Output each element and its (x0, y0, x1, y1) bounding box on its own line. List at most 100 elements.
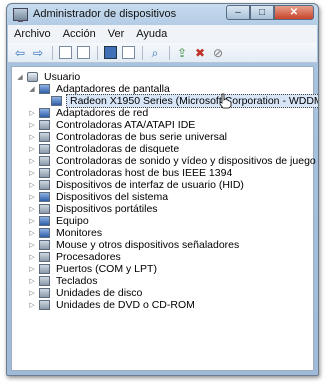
tree-category[interactable]: ▷ Equipo (28, 215, 91, 227)
ide-controller-icon (39, 120, 50, 130)
tree-category[interactable]: ▷ Mouse y otros dispositivos señaladores (28, 239, 241, 251)
expand-arrow-icon[interactable]: ▷ (28, 253, 36, 261)
expand-arrow-icon[interactable]: ▷ (28, 193, 36, 201)
category-label: Controladoras de bus serie universal (56, 131, 228, 143)
toolbar-separator (169, 45, 170, 60)
expand-arrow-icon[interactable]: ▷ (28, 169, 36, 177)
tree-category[interactable]: ▷ Controladoras de disquete (28, 143, 181, 155)
tree-device-selected[interactable]: Radeon X1950 Series (Microsoft Corporati… (51, 94, 318, 108)
category-label: Controladoras de disquete (56, 143, 180, 155)
category-label: Dispositivos del sistema (56, 191, 169, 203)
expand-arrow-icon[interactable]: ▷ (28, 133, 36, 141)
tree-category[interactable]: ▷ Puertos (COM y LPT) (28, 263, 159, 275)
category-label: Equipo (56, 215, 89, 227)
category-label: Controladoras ATA/ATAPI IDE (56, 119, 196, 131)
expand-arrow-icon[interactable]: ▷ (28, 301, 36, 309)
expand-arrow-icon[interactable]: ▷ (28, 121, 36, 129)
tree-category[interactable]: ▷ Controladoras de bus serie universal (28, 131, 229, 143)
display-adapter-icon (51, 96, 62, 106)
uninstall-icon[interactable]: ✖ (192, 45, 208, 61)
maximize-button[interactable]: □ (250, 5, 274, 20)
expand-arrow-icon[interactable]: ▷ (28, 265, 36, 273)
category-label: Unidades de disco (56, 287, 143, 299)
ieee1394-controller-icon (39, 168, 50, 178)
disable-icon[interactable]: ⊘ (210, 45, 226, 61)
portable-device-icon (39, 204, 50, 214)
computer-icon (39, 216, 50, 226)
category-label: Dispositivos portátiles (56, 203, 158, 215)
expand-arrow-icon[interactable]: ▷ (28, 241, 36, 249)
console-tree-icon[interactable] (75, 45, 91, 61)
tree-root[interactable]: ◢ Usuario (16, 71, 82, 83)
device-manager-icon (13, 7, 28, 22)
title-bar[interactable]: Administrador de dispositivos – □ ✕ (7, 4, 318, 24)
system-device-icon (39, 192, 50, 202)
menu-archivo[interactable]: Archivo (8, 28, 57, 40)
tree-category[interactable]: ▷ Unidades de DVD o CD-ROM (28, 299, 197, 311)
collapse-arrow-icon[interactable]: ◢ (28, 85, 36, 93)
expand-arrow-icon[interactable]: ▷ (28, 277, 36, 285)
tree-category[interactable]: ▷ Adaptadores de red (28, 107, 150, 119)
tree-category[interactable]: ▷ Dispositivos de interfaz de usuario (H… (28, 179, 246, 191)
expand-arrow-icon[interactable]: ▷ (28, 205, 36, 213)
usb-controller-icon (39, 132, 50, 142)
network-adapter-icon (39, 108, 50, 118)
update-driver-icon[interactable]: ⇪ (174, 45, 190, 61)
tree-category[interactable]: ▷ Controladoras ATA/ATAPI IDE (28, 119, 197, 131)
category-label: Procesadores (56, 251, 121, 263)
forward-arrow-icon[interactable]: ⇨ (30, 45, 46, 61)
toolbar-separator (52, 45, 53, 60)
expand-arrow-icon[interactable]: ▷ (28, 145, 36, 153)
window-title: Administrador de dispositivos (33, 8, 177, 20)
expand-arrow-icon[interactable]: ▷ (28, 157, 36, 165)
tree-category[interactable]: ▷ Controladoras de sonido y vídeo y disp… (28, 155, 318, 167)
category-label: Controladoras host de bus IEEE 1394 (56, 167, 233, 179)
category-label: Teclados (56, 275, 98, 287)
collapse-arrow-icon[interactable]: ◢ (16, 73, 24, 81)
menu-bar: Archivo Acción Ver Ayuda (8, 25, 317, 44)
toolbar-separator (142, 45, 143, 60)
tree-category[interactable]: ▷ Unidades de disco (28, 287, 144, 299)
back-arrow-icon[interactable]: ⇦ (12, 45, 28, 61)
category-label: Controladoras de sonido y vídeo y dispos… (56, 155, 316, 167)
category-label: Unidades de DVD o CD-ROM (56, 299, 195, 311)
scan-hardware-icon[interactable]: ⌕ (147, 45, 163, 61)
tree-category[interactable]: ▷ Procesadores (28, 251, 123, 263)
tree-category[interactable]: ▷ Dispositivos del sistema (28, 191, 170, 203)
device-tree[interactable]: ◢ Usuario ◢ Adaptadores de pantalla Rade… (11, 66, 318, 371)
show-hide-icon[interactable] (120, 45, 136, 61)
display-adapter-icon (39, 84, 50, 94)
tree-category[interactable]: ▷ Controladoras host de bus IEEE 1394 (28, 167, 234, 179)
minimize-button[interactable]: – (226, 5, 250, 20)
hid-device-icon (39, 180, 50, 190)
processor-icon (39, 252, 50, 262)
tree-category[interactable]: ▷ Monitores (28, 227, 104, 239)
floppy-controller-icon (39, 144, 50, 154)
sound-controller-icon (39, 156, 50, 166)
toolbar-separator (97, 45, 98, 60)
tree-category[interactable]: ▷ Teclados (28, 275, 99, 287)
expand-arrow-icon[interactable]: ▷ (28, 181, 36, 189)
close-button[interactable]: ✕ (274, 5, 314, 20)
menu-accion[interactable]: Acción (57, 28, 102, 40)
menu-ver[interactable]: Ver (102, 28, 131, 40)
category-label: Mouse y otros dispositivos señaladores (56, 239, 240, 251)
toolbar: ⇦ ⇨ ⌕ ⇪ ✖ ⊘ (8, 43, 317, 63)
expand-arrow-icon[interactable]: ▷ (28, 217, 36, 225)
help-icon[interactable] (102, 45, 118, 61)
tree-root-label: Usuario (44, 71, 81, 83)
category-label: Puertos (COM y LPT) (56, 263, 157, 275)
category-label: Adaptadores de red (56, 107, 149, 119)
device-manager-window: Administrador de dispositivos – □ ✕ Arch… (6, 3, 319, 376)
computer-icon (27, 72, 38, 82)
window-controls: – □ ✕ (226, 5, 314, 20)
properties-icon[interactable] (57, 45, 73, 61)
tree-category[interactable]: ▷ Dispositivos portátiles (28, 203, 160, 215)
expand-arrow-icon[interactable]: ▷ (28, 229, 36, 237)
mouse-icon (39, 240, 50, 250)
expand-arrow-icon[interactable]: ▷ (28, 109, 36, 117)
category-label: Monitores (56, 227, 103, 239)
menu-ayuda[interactable]: Ayuda (130, 28, 173, 40)
expand-arrow-icon[interactable]: ▷ (28, 289, 36, 297)
dvd-drive-icon (39, 300, 50, 310)
